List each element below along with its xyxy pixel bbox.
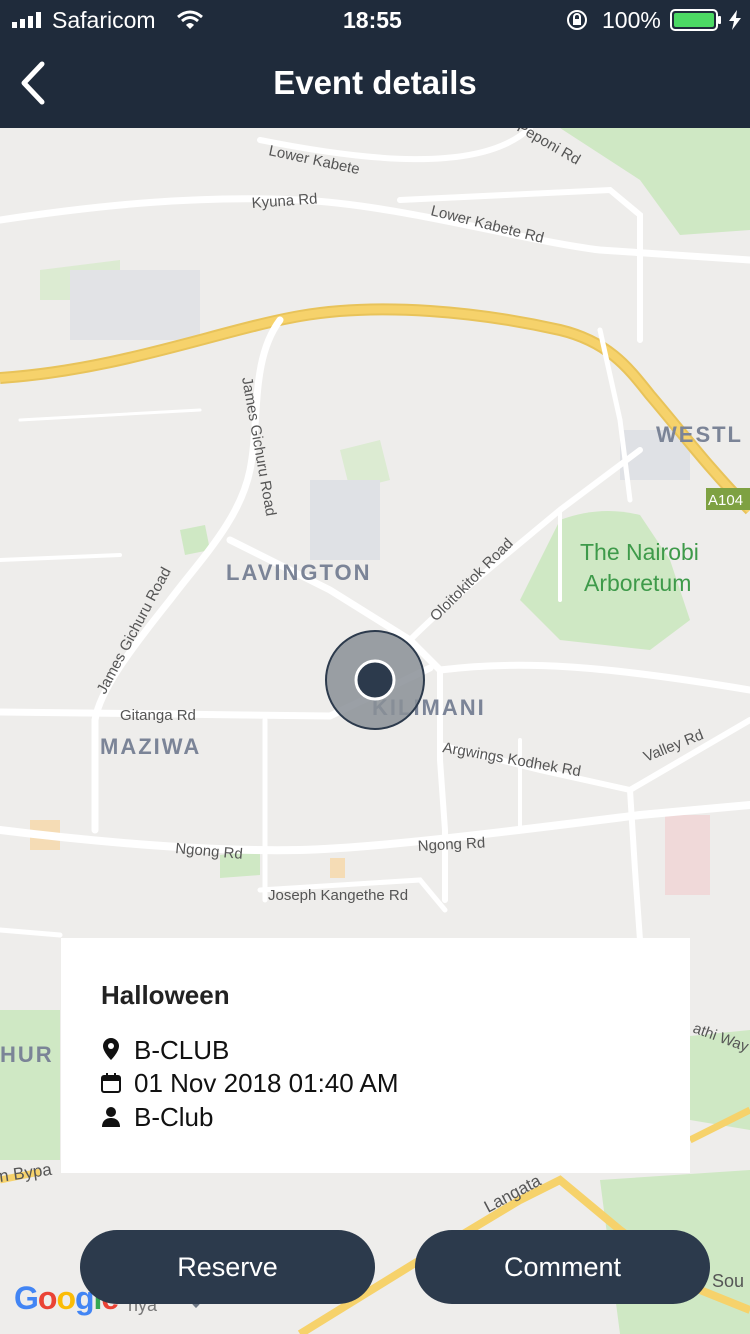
location-marker[interactable] bbox=[325, 630, 425, 730]
area-label-lavington: LAVINGTON bbox=[226, 560, 372, 585]
road-label-a104: A104 bbox=[708, 492, 743, 509]
event-title: Halloween bbox=[101, 980, 230, 1010]
event-info-card: Halloween B-CLUB 01 Nov 2018 01:40 AM B-… bbox=[61, 938, 690, 1173]
carrier-name: Safaricom bbox=[52, 7, 156, 33]
status-time: 18:55 bbox=[343, 7, 402, 33]
area-label-hurl: HUR bbox=[0, 1042, 54, 1067]
status-bar: Safaricom 18:55 100% bbox=[0, 0, 750, 40]
battery-icon bbox=[670, 9, 721, 31]
calendar-icon bbox=[101, 1073, 121, 1093]
road-label-joseph-kangethe: Joseph Kangethe Rd bbox=[268, 887, 408, 904]
area-label-maziwa: MAZIWA bbox=[100, 734, 201, 759]
battery-percent: 100% bbox=[602, 7, 661, 33]
reserve-button[interactable]: Reserve bbox=[80, 1230, 375, 1304]
event-venue: B-CLUB bbox=[134, 1035, 230, 1065]
road-label-ngong-east: Ngong Rd bbox=[417, 834, 485, 855]
event-datetime: 01 Nov 2018 01:40 AM bbox=[134, 1068, 399, 1098]
event-organizer: B-Club bbox=[134, 1102, 214, 1132]
park-label-line2: Arboretum bbox=[584, 570, 691, 596]
wifi-icon bbox=[177, 10, 203, 29]
person-icon bbox=[102, 1107, 120, 1127]
signal-icon bbox=[12, 12, 41, 28]
location-pin-icon bbox=[103, 1038, 119, 1060]
orientation-lock-icon bbox=[567, 10, 587, 30]
road-label-gitanga: Gitanga Rd bbox=[120, 707, 196, 724]
navigation-bar: Event details bbox=[0, 40, 750, 128]
road-label-sou: Sou bbox=[712, 1271, 744, 1291]
page-title: Event details bbox=[273, 64, 477, 101]
charging-bolt-icon bbox=[729, 10, 741, 30]
park-label-line1: The Nairobi bbox=[580, 539, 699, 565]
comment-button[interactable]: Comment bbox=[415, 1230, 710, 1304]
area-label-westlands: WESTL bbox=[656, 422, 743, 447]
